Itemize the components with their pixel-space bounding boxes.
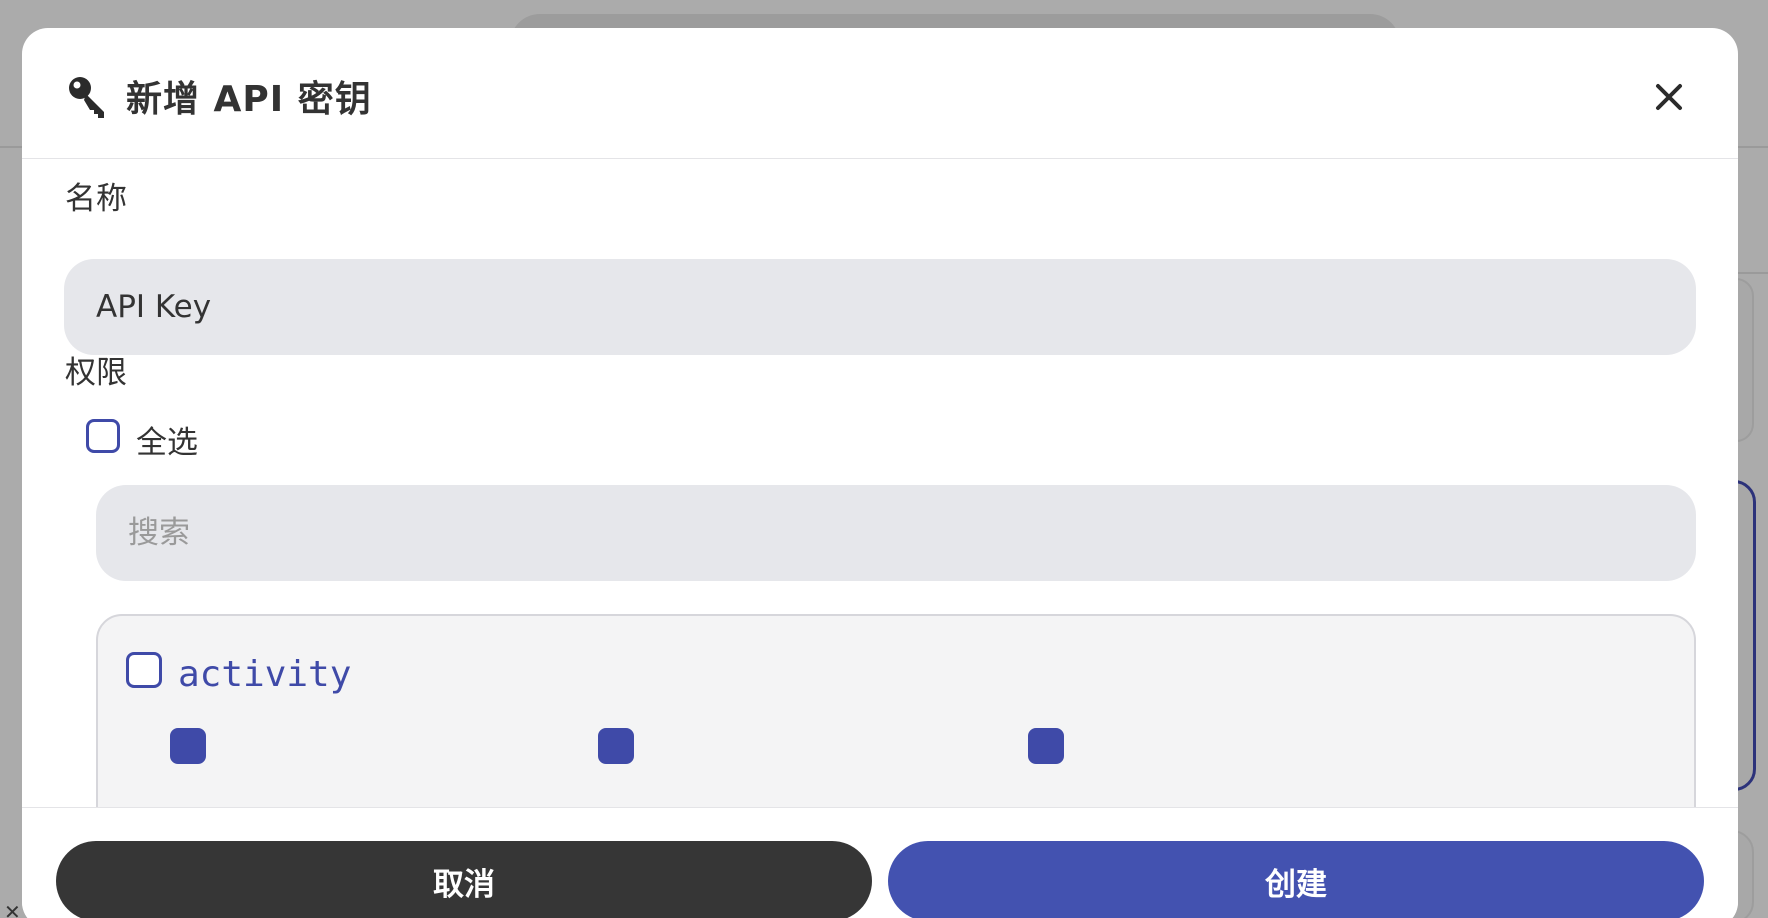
name-input[interactable] bbox=[64, 259, 1696, 355]
permission-checkbox[interactable] bbox=[170, 728, 206, 764]
permission-search-input[interactable] bbox=[96, 485, 1696, 581]
permission-checkbox[interactable] bbox=[1028, 728, 1064, 764]
background-close-icon: ✕ bbox=[4, 900, 21, 918]
create-button[interactable]: 创建 bbox=[888, 841, 1704, 918]
dialog-footer: 取消 创建 bbox=[22, 807, 1738, 918]
cancel-button[interactable]: 取消 bbox=[56, 841, 872, 918]
dialog-title: 新增 API 密钥 bbox=[126, 79, 372, 120]
permission-list-panel: activity bbox=[96, 614, 1696, 807]
select-all-checkbox[interactable] bbox=[86, 419, 120, 453]
dialog-body: 名称 权限 全选 activity bbox=[22, 159, 1738, 807]
permission-checkbox[interactable] bbox=[598, 728, 634, 764]
permission-group-label[interactable]: activity bbox=[178, 654, 351, 695]
name-label: 名称 bbox=[65, 181, 127, 217]
dialog-header: 新增 API 密钥 bbox=[22, 28, 1738, 159]
close-icon[interactable] bbox=[1644, 72, 1694, 122]
group-checkbox-activity[interactable] bbox=[126, 652, 162, 688]
permissions-label: 权限 bbox=[65, 355, 127, 391]
add-api-key-dialog: 新增 API 密钥 名称 权限 全选 activity 取消 创建 bbox=[22, 28, 1738, 918]
key-icon bbox=[69, 77, 104, 118]
select-all-label[interactable]: 全选 bbox=[136, 417, 198, 462]
